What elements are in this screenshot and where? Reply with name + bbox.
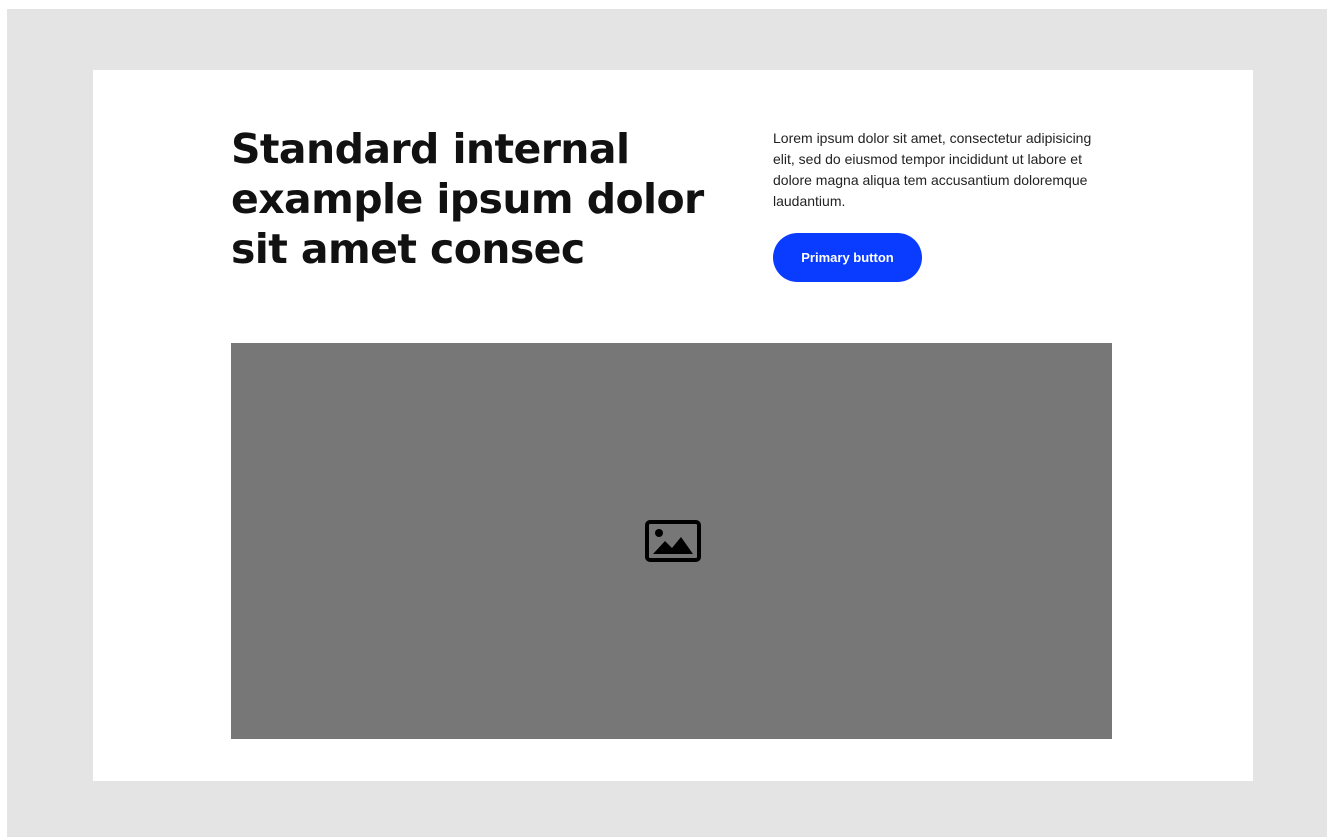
- hero-content: Lorem ipsum dolor sit amet, consectetur …: [773, 128, 1113, 282]
- image-icon: [645, 520, 701, 562]
- page-background: Standard internal example ipsum dolor si…: [7, 9, 1327, 837]
- hero-card: Standard internal example ipsum dolor si…: [93, 70, 1253, 781]
- hero-description: Lorem ipsum dolor sit amet, consectetur …: [773, 130, 1092, 209]
- primary-button[interactable]: Primary button: [773, 233, 922, 282]
- image-placeholder: [231, 343, 1112, 739]
- hero-title: Standard internal example ipsum dolor si…: [231, 125, 704, 274]
